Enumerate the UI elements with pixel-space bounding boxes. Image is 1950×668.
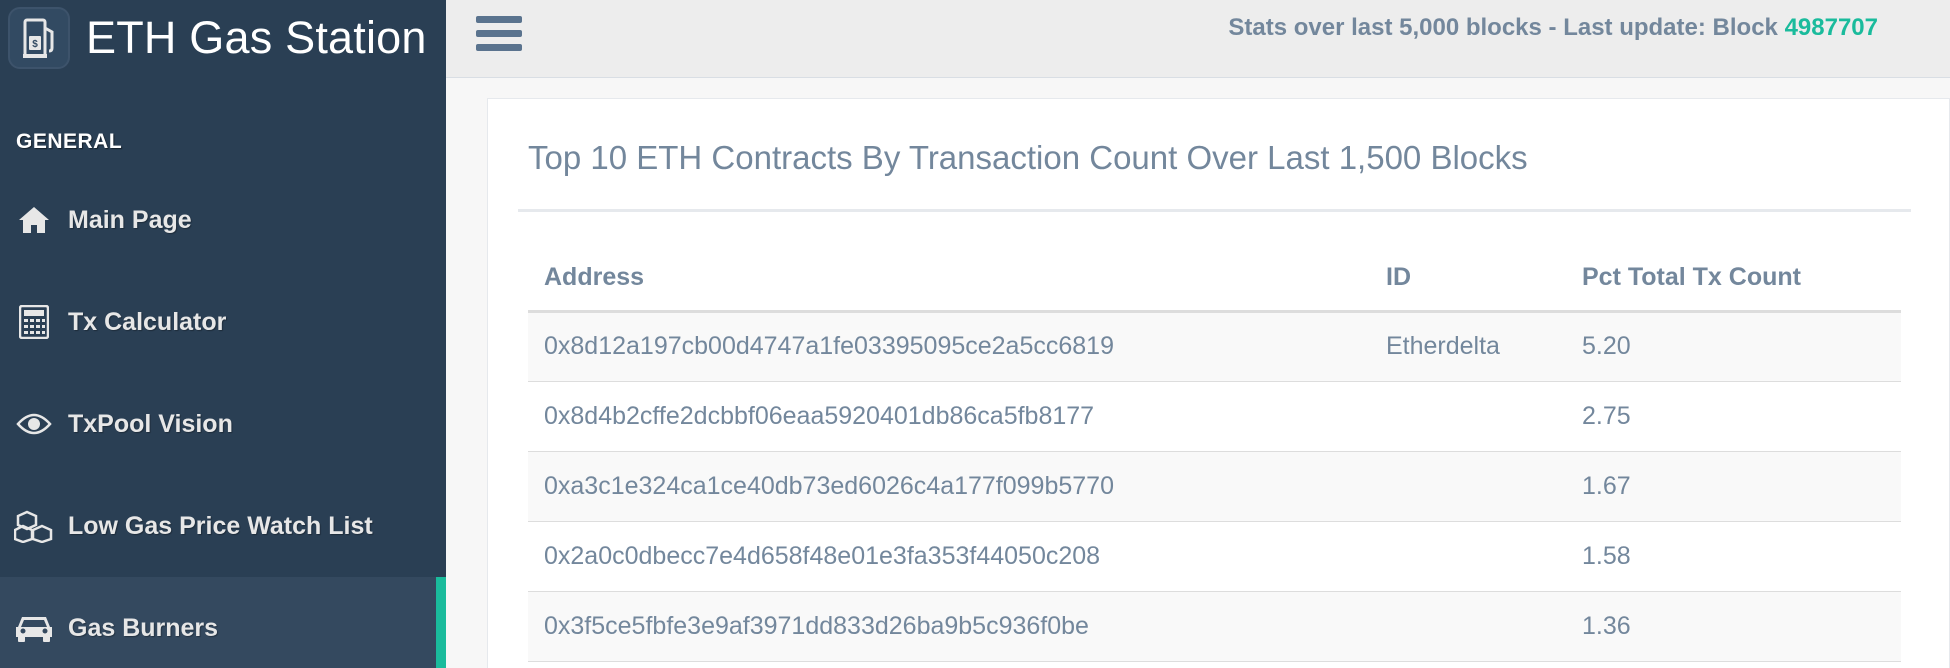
cell-id: [1370, 521, 1566, 592]
table-header-row: Address ID Pct Total Tx Count: [528, 245, 1901, 313]
cell-pct: 1.36: [1566, 591, 1901, 662]
svg-text:$: $: [32, 39, 38, 50]
sidebar-menu: Main Page Tx Calculator TxPool Vision Lo…: [0, 169, 446, 668]
sidebar-item-label: Gas Burners: [68, 613, 219, 642]
cell-pct: 1.58: [1566, 521, 1901, 592]
contracts-table: Address ID Pct Total Tx Count 0x8d12a197…: [528, 245, 1901, 662]
sidebar: $ ETH Gas Station GENERAL Main Page Tx C…: [0, 0, 446, 668]
cell-id: [1370, 451, 1566, 522]
column-header-id[interactable]: ID: [1370, 245, 1566, 313]
sidebar-section-title: GENERAL: [16, 130, 123, 153]
cell-id: [1370, 381, 1566, 452]
panel-divider: [518, 209, 1911, 212]
gas-pump-icon: $: [8, 7, 70, 69]
sidebar-item-tx-calculator[interactable]: Tx Calculator: [0, 271, 446, 373]
sidebar-item-low-gas-price-watch-list[interactable]: Low Gas Price Watch List: [0, 475, 446, 577]
stats-summary: Stats over last 5,000 blocks - Last upda…: [1228, 14, 1878, 42]
car-icon: [14, 610, 54, 646]
cell-id: Etherdelta: [1370, 311, 1566, 382]
sidebar-item-label: Tx Calculator: [68, 307, 227, 336]
table-row: 0xa3c1e324ca1ce40db73ed6026c4a177f099b57…: [528, 451, 1901, 522]
cell-pct: 5.20: [1566, 311, 1901, 382]
cell-address: 0x8d4b2cffe2dcbbf06eaa5920401db86ca5fb81…: [528, 381, 1370, 452]
panel-title: Top 10 ETH Contracts By Transaction Coun…: [528, 139, 1528, 176]
column-header-address[interactable]: Address: [528, 245, 1370, 313]
eye-icon: [14, 406, 54, 442]
sidebar-item-gas-burners[interactable]: Gas Burners: [0, 577, 446, 668]
brand-title: ETH Gas Station: [86, 12, 427, 63]
home-icon: [14, 202, 54, 238]
cell-id: [1370, 591, 1566, 662]
cubes-icon: [14, 508, 54, 544]
cell-address: 0x8d12a197cb00d4747a1fe03395095ce2a5cc68…: [528, 311, 1370, 382]
sidebar-item-main-page[interactable]: Main Page: [0, 169, 446, 271]
sidebar-item-label: Low Gas Price Watch List: [68, 511, 373, 540]
last-block-number[interactable]: 4987707: [1785, 14, 1878, 41]
cell-address: 0x3f5ce5fbfe3e9af3971dd833d26ba9b5c936f0…: [528, 591, 1370, 662]
cell-address: 0xa3c1e324ca1ce40db73ed6026c4a177f099b57…: [528, 451, 1370, 522]
table-row: 0x8d12a197cb00d4747a1fe03395095ce2a5cc68…: [528, 311, 1901, 382]
cell-pct: 2.75: [1566, 381, 1901, 452]
stats-text: Stats over last 5,000 blocks - Last upda…: [1228, 14, 1778, 41]
table-row: 0x8d4b2cffe2dcbbf06eaa5920401db86ca5fb81…: [528, 381, 1901, 452]
table-row: 0x2a0c0dbecc7e4d658f48e01e3fa353f44050c2…: [528, 521, 1901, 592]
sidebar-item-label: Main Page: [68, 205, 192, 234]
brand[interactable]: $ ETH Gas Station: [0, 0, 446, 76]
hamburger-menu-icon[interactable]: [476, 16, 522, 56]
sidebar-item-txpool-vision[interactable]: TxPool Vision: [0, 373, 446, 475]
top-nav: Stats over last 5,000 blocks - Last upda…: [446, 0, 1950, 78]
calculator-icon: [14, 304, 54, 340]
cell-address: 0x2a0c0dbecc7e4d658f48e01e3fa353f44050c2…: [528, 521, 1370, 592]
sidebar-item-label: TxPool Vision: [68, 409, 233, 438]
table-row: 0x3f5ce5fbfe3e9af3971dd833d26ba9b5c936f0…: [528, 591, 1901, 662]
contracts-panel: Top 10 ETH Contracts By Transaction Coun…: [487, 98, 1950, 668]
column-header-pct[interactable]: Pct Total Tx Count: [1566, 245, 1901, 313]
cell-pct: 1.67: [1566, 451, 1901, 522]
